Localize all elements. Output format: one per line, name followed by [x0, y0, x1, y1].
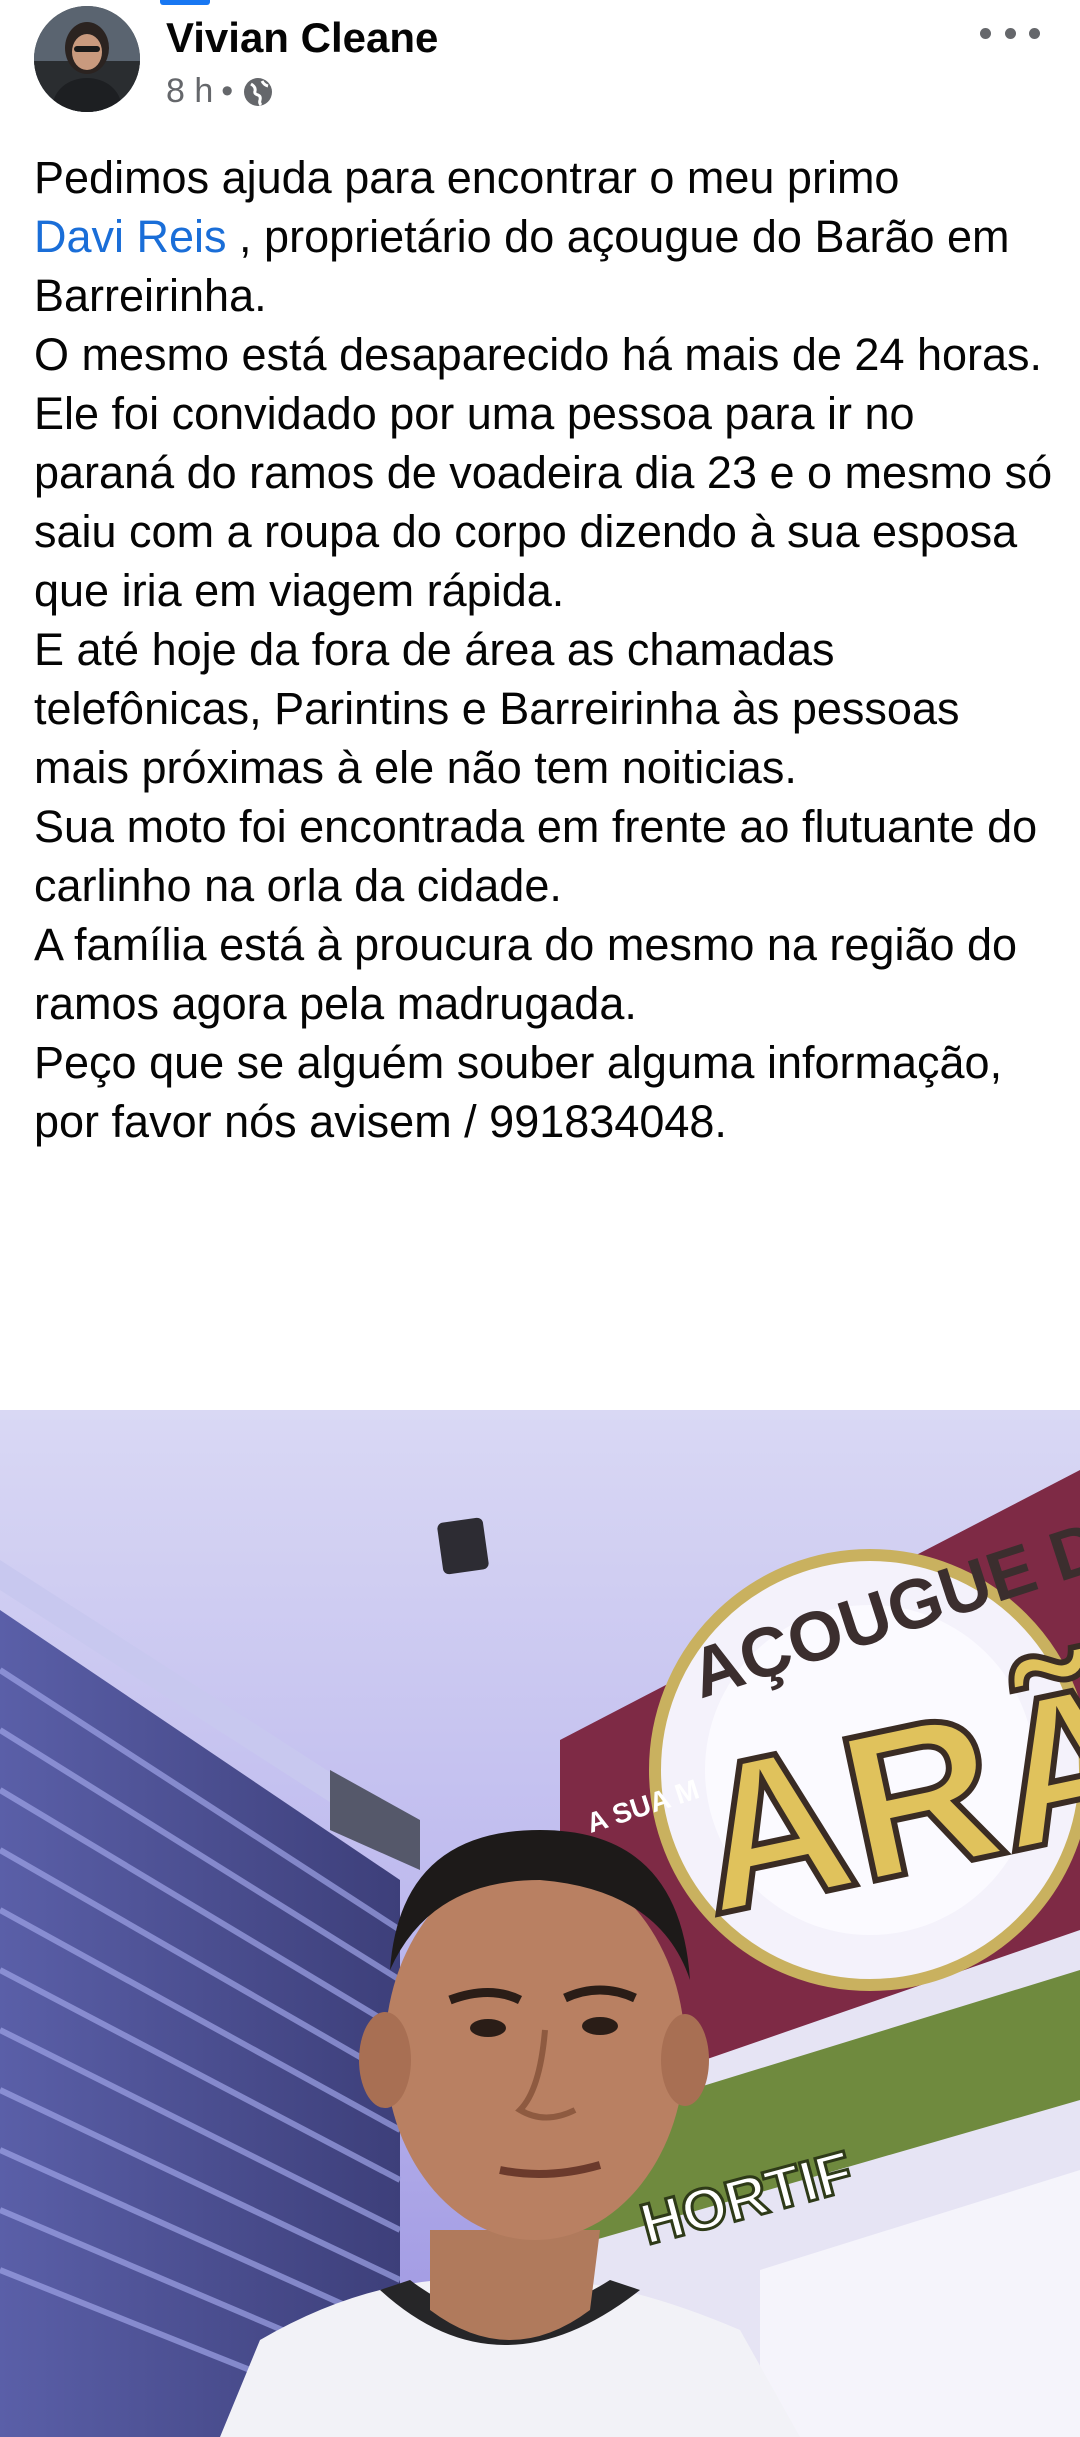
- post-paragraph-7: Peço que se alguém souber alguma informa…: [34, 1037, 1003, 1147]
- post-header: Vivian Cleane 8 h •: [0, 0, 1080, 130]
- avatar[interactable]: [34, 6, 140, 112]
- more-options-button[interactable]: [980, 20, 1040, 46]
- post-paragraph-4: E até hoje da fora de área as chamadas t…: [34, 624, 960, 793]
- post-text-segment: Pedimos ajuda para encontrar o meu primo: [34, 152, 900, 203]
- more-dot: [1029, 27, 1040, 39]
- globe-icon[interactable]: [241, 75, 275, 109]
- mention-link[interactable]: Davi Reis: [34, 211, 227, 262]
- post-paragraph-6: A família está à proucura do mesmo na re…: [34, 919, 1018, 1029]
- author-name[interactable]: Vivian Cleane: [166, 14, 438, 62]
- post-paragraph-2: O mesmo está desaparecido há mais de 24 …: [34, 329, 1043, 380]
- post-text: Pedimos ajuda para encontrar o meu primo…: [34, 148, 1054, 1151]
- post-paragraph-5: Sua moto foi encontrada em frente ao flu…: [34, 801, 1038, 911]
- post-photo[interactable]: ARÃ AÇOUGUE DO HORTIF A SUA M: [0, 1410, 1080, 2437]
- post-time[interactable]: 8 h: [166, 72, 213, 111]
- post-paragraph-1: Pedimos ajuda para encontrar o meu primo…: [34, 148, 1054, 325]
- post-meta: 8 h •: [166, 72, 275, 111]
- post-paragraph-3: Ele foi convidado por uma pessoa para ir…: [34, 388, 1053, 616]
- meta-separator: •: [221, 72, 234, 110]
- more-dot: [1004, 27, 1016, 39]
- more-dots-icon: [980, 27, 991, 39]
